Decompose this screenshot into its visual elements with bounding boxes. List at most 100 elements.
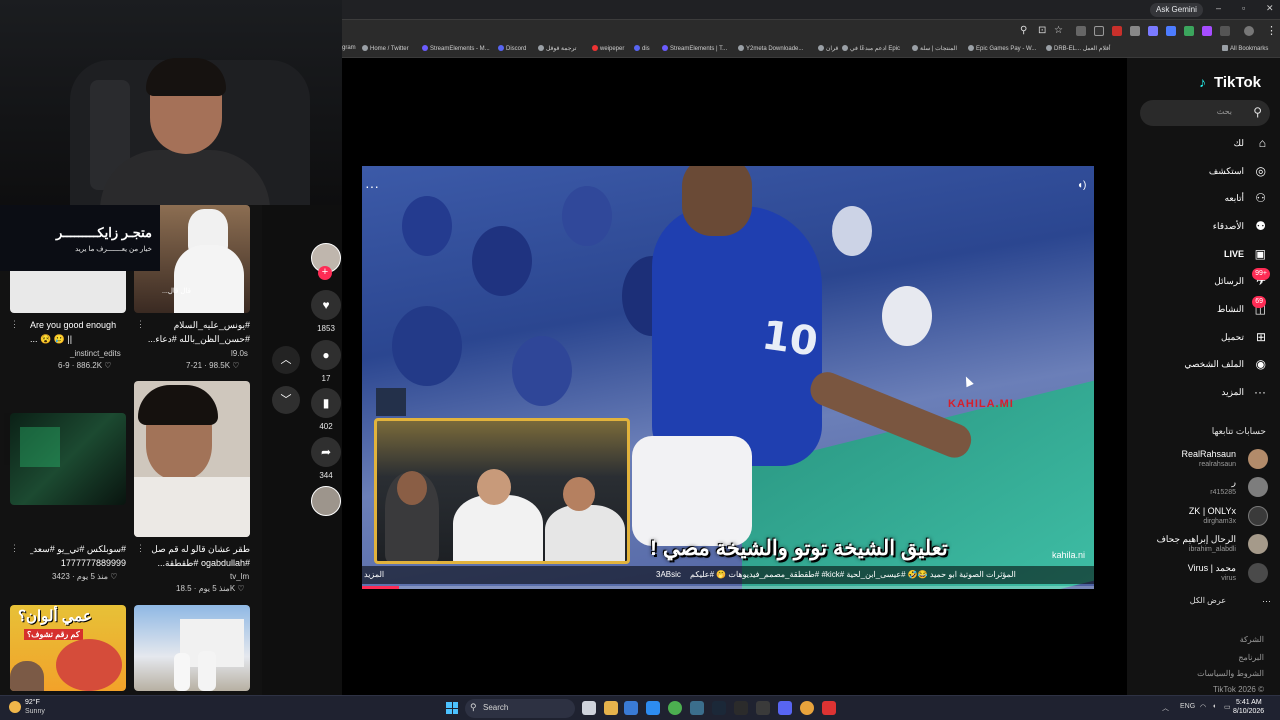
kebab-menu-icon[interactable]: ⋮ [1266, 24, 1277, 37]
video-thumbnail[interactable] [134, 605, 250, 691]
app-icon[interactable] [800, 701, 814, 715]
follow-plus-icon[interactable]: + [318, 266, 332, 280]
see-more-link[interactable]: المزيد [364, 570, 384, 579]
puzzle-icon[interactable] [1220, 26, 1230, 36]
bookmark-item[interactable]: StreamElements | T... [662, 45, 727, 52]
bookmark-item[interactable]: Y2meta Downloade... [738, 45, 803, 52]
footer-link-terms[interactable]: الشروط والسياسات [1197, 669, 1264, 678]
video-title[interactable]: ... 😵 🥲 || [30, 334, 126, 345]
bookmark-item[interactable]: weipeper [592, 45, 624, 52]
followed-account[interactable]: RealRahsaun realrahsaun [1140, 447, 1270, 475]
nav-more[interactable]: المزيد ··· [1140, 383, 1270, 405]
tiktok-logo[interactable]: TikTok [1214, 74, 1261, 91]
extension-icon[interactable] [1094, 26, 1104, 36]
extension-icon[interactable] [1148, 26, 1158, 36]
chrome-icon[interactable] [668, 701, 682, 715]
file-explorer-icon[interactable] [604, 701, 618, 715]
app-icon[interactable] [624, 701, 638, 715]
volume-icon[interactable]: ◖ [1212, 703, 1216, 710]
next-video-button[interactable]: ﹀ [272, 386, 300, 414]
weather-description[interactable]: Sunny [25, 708, 45, 715]
maximize-icon[interactable]: ▫ [1242, 3, 1245, 13]
nav-friends[interactable]: الأصدقاء ⚉ [1140, 217, 1270, 239]
video-author[interactable]: tv_lm [230, 572, 249, 581]
nav-explore[interactable]: استكشف ◎ [1140, 162, 1270, 184]
clock-date[interactable]: 8/10/2026 [1233, 708, 1264, 715]
all-bookmarks[interactable]: All Bookmarks [1222, 45, 1268, 52]
bookmark-item[interactable]: المنتجات | سلة [912, 45, 957, 52]
edge-icon[interactable] [646, 701, 660, 715]
steam-icon[interactable] [712, 701, 726, 715]
kebab-icon[interactable]: ⋮ [10, 543, 19, 554]
bookmark-item[interactable]: Epic Games Pay - W... [968, 45, 1036, 52]
footer-link-program[interactable]: البرنامج [1238, 653, 1264, 662]
video-title[interactable]: #سوبلكس #تي_يو #سعد_فايز [30, 544, 126, 555]
bookmark-item[interactable]: Discord [498, 45, 526, 52]
kebab-icon[interactable]: ⋮ [136, 543, 145, 554]
video-title[interactable]: طقر عشان قالو له قم صل [150, 544, 250, 555]
save-button[interactable]: ▮ [311, 388, 341, 418]
video-author[interactable]: l9.0s [231, 349, 248, 358]
search-icon[interactable]: ⚲ [1253, 105, 1262, 119]
ask-gemini-button[interactable]: Ask Gemini [1150, 3, 1203, 17]
comment-button[interactable]: ● [311, 340, 341, 370]
like-button[interactable]: ♥ [311, 290, 341, 320]
followed-account[interactable]: ZK | ONLYx dirgham3x [1140, 504, 1270, 532]
sound-avatar[interactable] [311, 486, 341, 516]
bookmark-item[interactable]: قران [818, 45, 838, 52]
weather-temperature[interactable]: 92°F [25, 699, 40, 706]
bookmark-item[interactable]: ترجمة قوقل [538, 45, 576, 52]
extension-icon[interactable] [1130, 26, 1140, 36]
discord-icon[interactable] [778, 701, 792, 715]
install-icon[interactable]: ⊡ [1038, 25, 1046, 36]
star-icon[interactable]: ☆ [1054, 25, 1063, 36]
video-title[interactable]: #ogabdullah #طقطقة... [140, 558, 250, 569]
more-options-icon[interactable]: ··· [365, 178, 379, 194]
windows-start-icon[interactable] [446, 702, 458, 714]
search-input[interactable]: بحث ⚲ [1140, 100, 1270, 126]
battery-icon[interactable]: ▭ [1224, 703, 1231, 711]
video-thumbnail[interactable] [134, 381, 250, 537]
footer-link-company[interactable]: الشركة [1240, 635, 1264, 644]
kebab-icon[interactable]: ⋮ [10, 319, 19, 330]
bookmark-item[interactable]: DRB-EL... أقلام العمل [1046, 45, 1111, 52]
close-icon[interactable]: ✕ [1266, 3, 1274, 14]
share-button[interactable]: ➦ [311, 437, 341, 467]
followed-account[interactable]: ر r415285 [1140, 475, 1270, 503]
zoom-icon[interactable]: ⚲ [1020, 25, 1027, 36]
minimize-icon[interactable]: – [1216, 3, 1221, 13]
previous-video-button[interactable]: ︿ [272, 346, 300, 374]
bookmark-item[interactable]: gram [342, 45, 356, 51]
nav-for-you[interactable]: لك ⌂ [1140, 134, 1270, 156]
app-icon[interactable] [734, 701, 748, 715]
video-author-handle[interactable]: kahila.ni [1052, 550, 1085, 560]
extension-icon[interactable] [1166, 26, 1176, 36]
bookmark-item[interactable]: dis [634, 45, 650, 52]
language-indicator[interactable]: ENG [1180, 703, 1195, 710]
nav-upload[interactable]: تحميل ⊞ [1140, 328, 1270, 350]
nav-profile[interactable]: الملف الشخصي ◉ [1140, 355, 1270, 377]
app-icon[interactable] [756, 701, 770, 715]
profile-avatar-icon[interactable] [1244, 26, 1254, 36]
video-author[interactable]: _instinct_edits [70, 349, 121, 358]
extension-icon[interactable] [1184, 26, 1194, 36]
weather-sun-icon[interactable] [9, 701, 21, 713]
video-thumbnail[interactable] [10, 413, 126, 505]
extension-icon[interactable] [1076, 26, 1086, 36]
app-icon[interactable] [822, 701, 836, 715]
nav-live[interactable]: LIVE ▣ [1140, 245, 1270, 267]
extension-icon[interactable] [1202, 26, 1212, 36]
kebab-icon[interactable]: ⋮ [136, 319, 145, 330]
address-field[interactable] [342, 22, 1002, 40]
extension-icon[interactable] [1112, 26, 1122, 36]
nav-messages[interactable]: الرسائل ✈ 99+ [1140, 268, 1270, 294]
taskbar-search[interactable]: ⚲ Search [465, 699, 575, 718]
bookmark-item[interactable]: Home / Twitter [362, 45, 409, 52]
video-thumbnail[interactable]: عمي ألوان؟ كم رقم تشوف؟ [10, 605, 126, 691]
video-title[interactable]: Are you good enough [30, 320, 126, 330]
video-title[interactable]: #حسن_الظن_بالله #دعاء... [140, 334, 250, 345]
bookmark-item[interactable]: ادعم مبدعًا في Epic [842, 45, 900, 52]
video-title[interactable]: 1777777889999 [30, 558, 126, 568]
nav-following[interactable]: أتابعه ⚇ [1140, 189, 1270, 211]
app-icon[interactable] [690, 701, 704, 715]
